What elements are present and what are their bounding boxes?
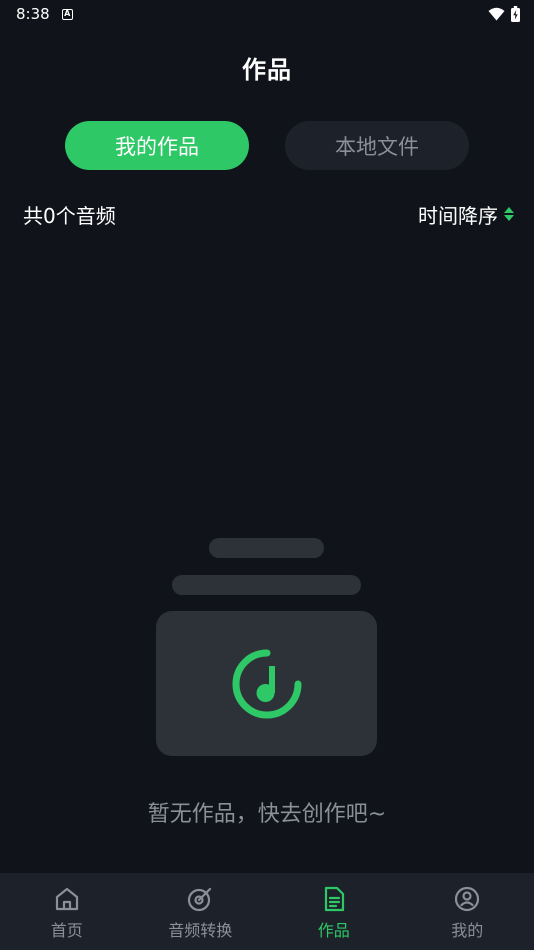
profile-icon <box>455 886 480 912</box>
sort-arrows-icon <box>504 207 514 221</box>
illustration-box <box>156 611 377 756</box>
nav-label-mine: 我的 <box>451 921 484 940</box>
nav-item-audio-convert[interactable]: 音频转换 <box>134 873 268 950</box>
document-icon <box>324 886 344 912</box>
tab-my-works[interactable]: 我的作品 <box>65 121 249 170</box>
battery-icon <box>511 6 520 22</box>
nav-label-home: 首页 <box>50 921 83 940</box>
tab-local-files[interactable]: 本地文件 <box>285 121 469 170</box>
illustration-bar <box>172 575 361 595</box>
nav-label-works: 作品 <box>317 921 350 940</box>
status-time: 8:38 <box>16 5 50 23</box>
wifi-icon <box>488 7 505 21</box>
sort-label: 时间降序 <box>418 203 498 228</box>
music-note-icon <box>232 649 301 718</box>
nav-item-home[interactable]: 首页 <box>0 873 134 950</box>
home-icon <box>55 887 78 911</box>
summary-row: 共0个音频 时间降序 <box>23 198 514 230</box>
notification-a-icon: A <box>61 8 73 20</box>
empty-message: 暂无作品，快去创作吧~ <box>147 802 387 827</box>
nav-label-audio-convert: 音频转换 <box>168 921 233 940</box>
nav-item-works[interactable]: 作品 <box>267 873 401 950</box>
bottom-nav: 首页 音频转换 作品 我的 <box>0 873 534 950</box>
empty-illustration <box>156 538 377 756</box>
disc-convert-icon <box>188 887 212 912</box>
sort-button[interactable]: 时间降序 <box>418 200 514 229</box>
nav-item-mine[interactable]: 我的 <box>401 873 534 950</box>
page-title: 作品 <box>242 56 292 84</box>
audio-count: 共0个音频 <box>23 203 116 228</box>
tab-bar: 我的作品 本地文件 <box>65 121 469 170</box>
status-bar: 8:38 A <box>0 0 534 28</box>
illustration-bar <box>209 538 324 558</box>
